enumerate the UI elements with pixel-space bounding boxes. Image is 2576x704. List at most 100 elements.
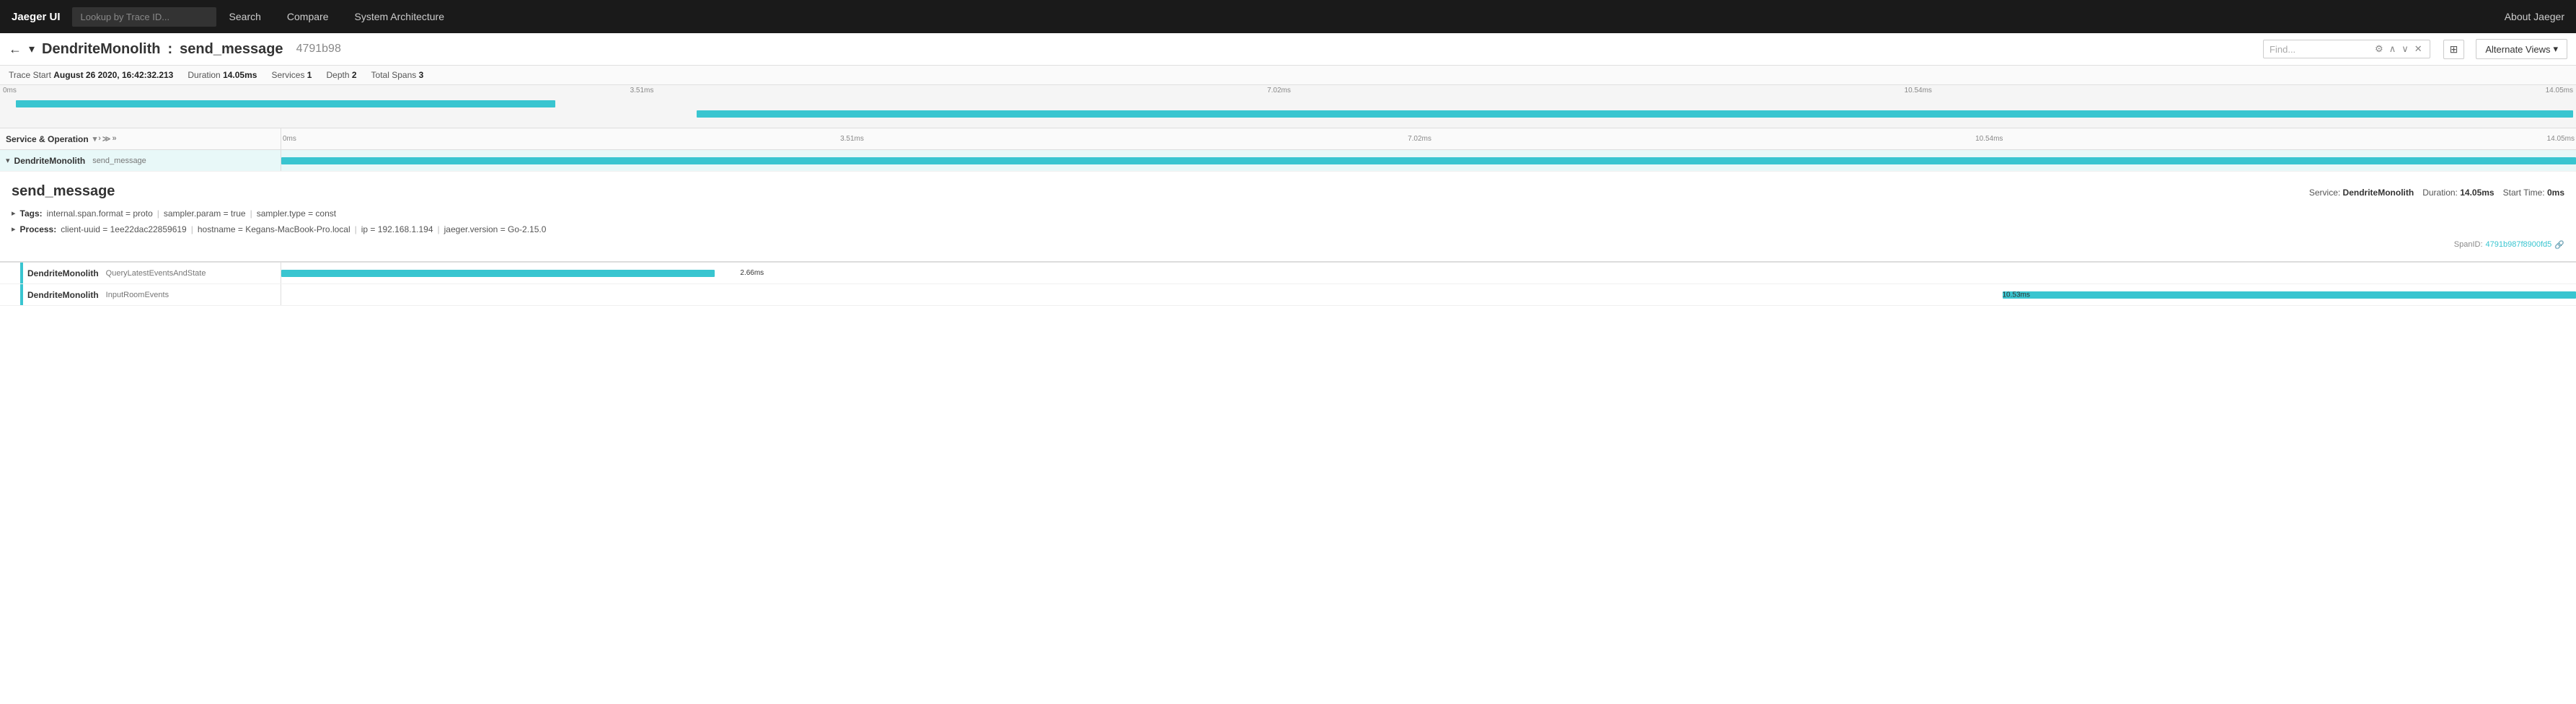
timeline-header: Service & Operation ▾ › ≫ » 0ms 3.51ms 7… — [0, 128, 2576, 150]
minimap-label-3: 10.54ms — [1905, 87, 1932, 94]
sort-icon-3[interactable]: » — [112, 134, 116, 144]
span-detail-duration: Duration: 14.05ms — [2422, 188, 2494, 198]
span-detail-tags: internal.span.format = proto | sampler.p… — [47, 208, 336, 219]
timeline-ruler: 0ms 3.51ms 7.02ms 10.54ms 14.05ms — [281, 128, 2576, 149]
tags-arrow[interactable]: ▸ — [12, 208, 16, 218]
span-detail-service-label: Service: DendriteMonolith — [2309, 188, 2414, 198]
sort-icon-2[interactable]: ≫ — [102, 134, 111, 144]
span-detail-process-row: ▸ Process: client-uuid = 1ee22dac2285961… — [12, 224, 2564, 234]
tag-2: sampler.type = const — [257, 208, 336, 219]
tag-0: internal.span.format = proto — [47, 208, 153, 219]
minimap-label-0: 0ms — [3, 87, 17, 94]
process-tag-1: hostname = Kegans-MacBook-Pro.local — [198, 224, 350, 234]
find-input[interactable] — [2270, 44, 2370, 55]
span-label-child2[interactable]: DendriteMonolith InputRoomEvents — [0, 284, 281, 305]
collapse-button[interactable]: ▾ — [29, 42, 35, 56]
span-bar-child1 — [281, 270, 715, 277]
back-button[interactable]: ← — [9, 42, 22, 57]
tag-1: sampler.param = true — [164, 208, 246, 219]
find-close-icon[interactable]: ✕ — [2413, 43, 2424, 55]
span-op-child2: InputRoomEvents — [106, 291, 169, 299]
trace-id-input[interactable] — [72, 7, 216, 27]
span-id-value[interactable]: 4791b987f8900fd5 — [2486, 240, 2552, 250]
span-detail-meta: Service: DendriteMonolith Duration: 14.0… — [2309, 188, 2564, 198]
span-timeline-child1: 2.66ms — [281, 263, 2576, 283]
process-tag-0: client-uuid = 1ee22dac22859619 — [61, 224, 186, 234]
minimap-label-2: 7.02ms — [1267, 87, 1291, 94]
ruler-labels: 0ms 3.51ms 7.02ms 10.54ms 14.05ms — [281, 135, 2576, 143]
span-duration-child2: 10.53ms — [2003, 291, 2030, 299]
find-next-icon[interactable]: ∨ — [2400, 43, 2410, 55]
minimap-labels: 0ms 3.51ms 7.02ms 10.54ms 14.05ms — [0, 85, 2576, 96]
span-detail-header: send_message Service: DendriteMonolith D… — [12, 183, 2564, 200]
trace-operation-sep: : — [167, 41, 172, 58]
span-row-child2: DendriteMonolith InputRoomEvents 10.53ms — [0, 284, 2576, 306]
alt-views-label: Alternate Views — [2485, 44, 2550, 55]
spans-area: ▾ DendriteMonolith send_message send_mes… — [0, 150, 2576, 306]
minimap-label-1: 3.51ms — [630, 87, 654, 94]
ruler-label-0: 0ms — [283, 135, 296, 143]
trace-meta: Trace Start August 26 2020, 16:42:32.213… — [0, 66, 2576, 85]
trace-service-name: DendriteMonolith — [42, 41, 160, 58]
span-detail-root: send_message Service: DendriteMonolith D… — [0, 172, 2576, 263]
span-timeline-root — [281, 150, 2576, 171]
find-prev-icon[interactable]: ∧ — [2388, 43, 2398, 55]
alternate-views-button[interactable]: Alternate Views ▾ — [2476, 39, 2567, 59]
span-duration-child1: 2.66ms — [740, 269, 764, 277]
span-bar-root — [281, 157, 2576, 164]
span-detail-start: Start Time: 0ms — [2503, 188, 2564, 198]
nav-system-architecture-link[interactable]: System Architecture — [342, 11, 458, 22]
trace-start-label: Trace Start August 26 2020, 16:42:32.213 — [9, 70, 173, 80]
ruler-label-3: 10.54ms — [1975, 135, 2003, 143]
alt-views-chevron: ▾ — [2553, 43, 2558, 55]
process-arrow[interactable]: ▸ — [12, 224, 16, 234]
span-id-label: SpanID: — [2454, 240, 2483, 250]
about-jaeger-button[interactable]: About Jaeger — [2505, 11, 2564, 22]
grid-icon-button[interactable]: ⊞ — [2443, 40, 2465, 59]
sort-icon-0[interactable]: ▾ — [93, 134, 97, 144]
span-service-child2: DendriteMonolith — [27, 290, 99, 300]
process-tag-3: jaeger.version = Go-2.15.0 — [444, 224, 547, 234]
span-left-bar-child1 — [20, 263, 23, 283]
span-left-bar-child2 — [20, 284, 23, 305]
span-id-row: SpanID: 4791b987f8900fd5 🔗 — [12, 240, 2564, 250]
trace-duration: Duration 14.05ms — [188, 70, 257, 80]
ruler-label-1: 3.51ms — [840, 135, 864, 143]
trace-depth: Depth 2 — [326, 70, 356, 80]
span-chevron-root[interactable]: ▾ — [6, 156, 10, 165]
span-label-child1[interactable]: DendriteMonolith QueryLatestEventsAndSta… — [0, 263, 281, 283]
span-timeline-child2: 10.53ms — [281, 284, 2576, 305]
trace-header: ← ▾ DendriteMonolith: send_message 4791b… — [0, 33, 2576, 66]
find-icons: ⚙ ∧ ∨ ✕ — [2373, 43, 2424, 55]
minimap-bar-1 — [697, 110, 2573, 118]
span-op-child1: QueryLatestEventsAndState — [106, 269, 206, 278]
brand-label: Jaeger UI — [12, 11, 61, 23]
span-row-child1: DendriteMonolith QueryLatestEventsAndSta… — [0, 263, 2576, 284]
service-op-label: Service & Operation — [6, 134, 89, 144]
span-label-root[interactable]: ▾ DendriteMonolith send_message — [0, 150, 281, 171]
nav-search-link[interactable]: Search — [216, 11, 274, 22]
find-settings-icon[interactable]: ⚙ — [2373, 43, 2385, 55]
nav-compare-link[interactable]: Compare — [274, 11, 342, 22]
minimap[interactable]: 0ms 3.51ms 7.02ms 10.54ms 14.05ms — [0, 85, 2576, 128]
span-service-child1: DendriteMonolith — [27, 268, 99, 278]
minimap-bar-0 — [16, 100, 555, 107]
span-detail-tags-row: ▸ Tags: internal.span.format = proto | s… — [12, 208, 2564, 219]
trace-operation-name: send_message — [180, 41, 283, 58]
trace-total-spans: Total Spans 3 — [371, 70, 424, 80]
span-op-root: send_message — [92, 157, 146, 165]
ruler-label-2: 7.02ms — [1408, 135, 1432, 143]
span-id-link-icon[interactable]: 🔗 — [2554, 240, 2564, 250]
minimap-label-4: 14.05ms — [2546, 87, 2573, 94]
service-op-col-header: Service & Operation ▾ › ≫ » — [0, 128, 281, 149]
process-label: Process: — [20, 224, 57, 234]
trace-id-badge: 4791b98 — [296, 43, 341, 56]
tags-label: Tags: — [20, 208, 43, 219]
span-detail-title: send_message — [12, 183, 115, 200]
span-process-tags: client-uuid = 1ee22dac22859619 | hostnam… — [61, 224, 546, 234]
find-input-wrap: ⚙ ∧ ∨ ✕ — [2263, 40, 2430, 58]
sort-icons: ▾ › ≫ » — [93, 134, 117, 144]
sort-icon-1[interactable]: › — [98, 134, 101, 144]
span-row-root: ▾ DendriteMonolith send_message — [0, 150, 2576, 172]
span-service-root: DendriteMonolith — [14, 156, 86, 166]
